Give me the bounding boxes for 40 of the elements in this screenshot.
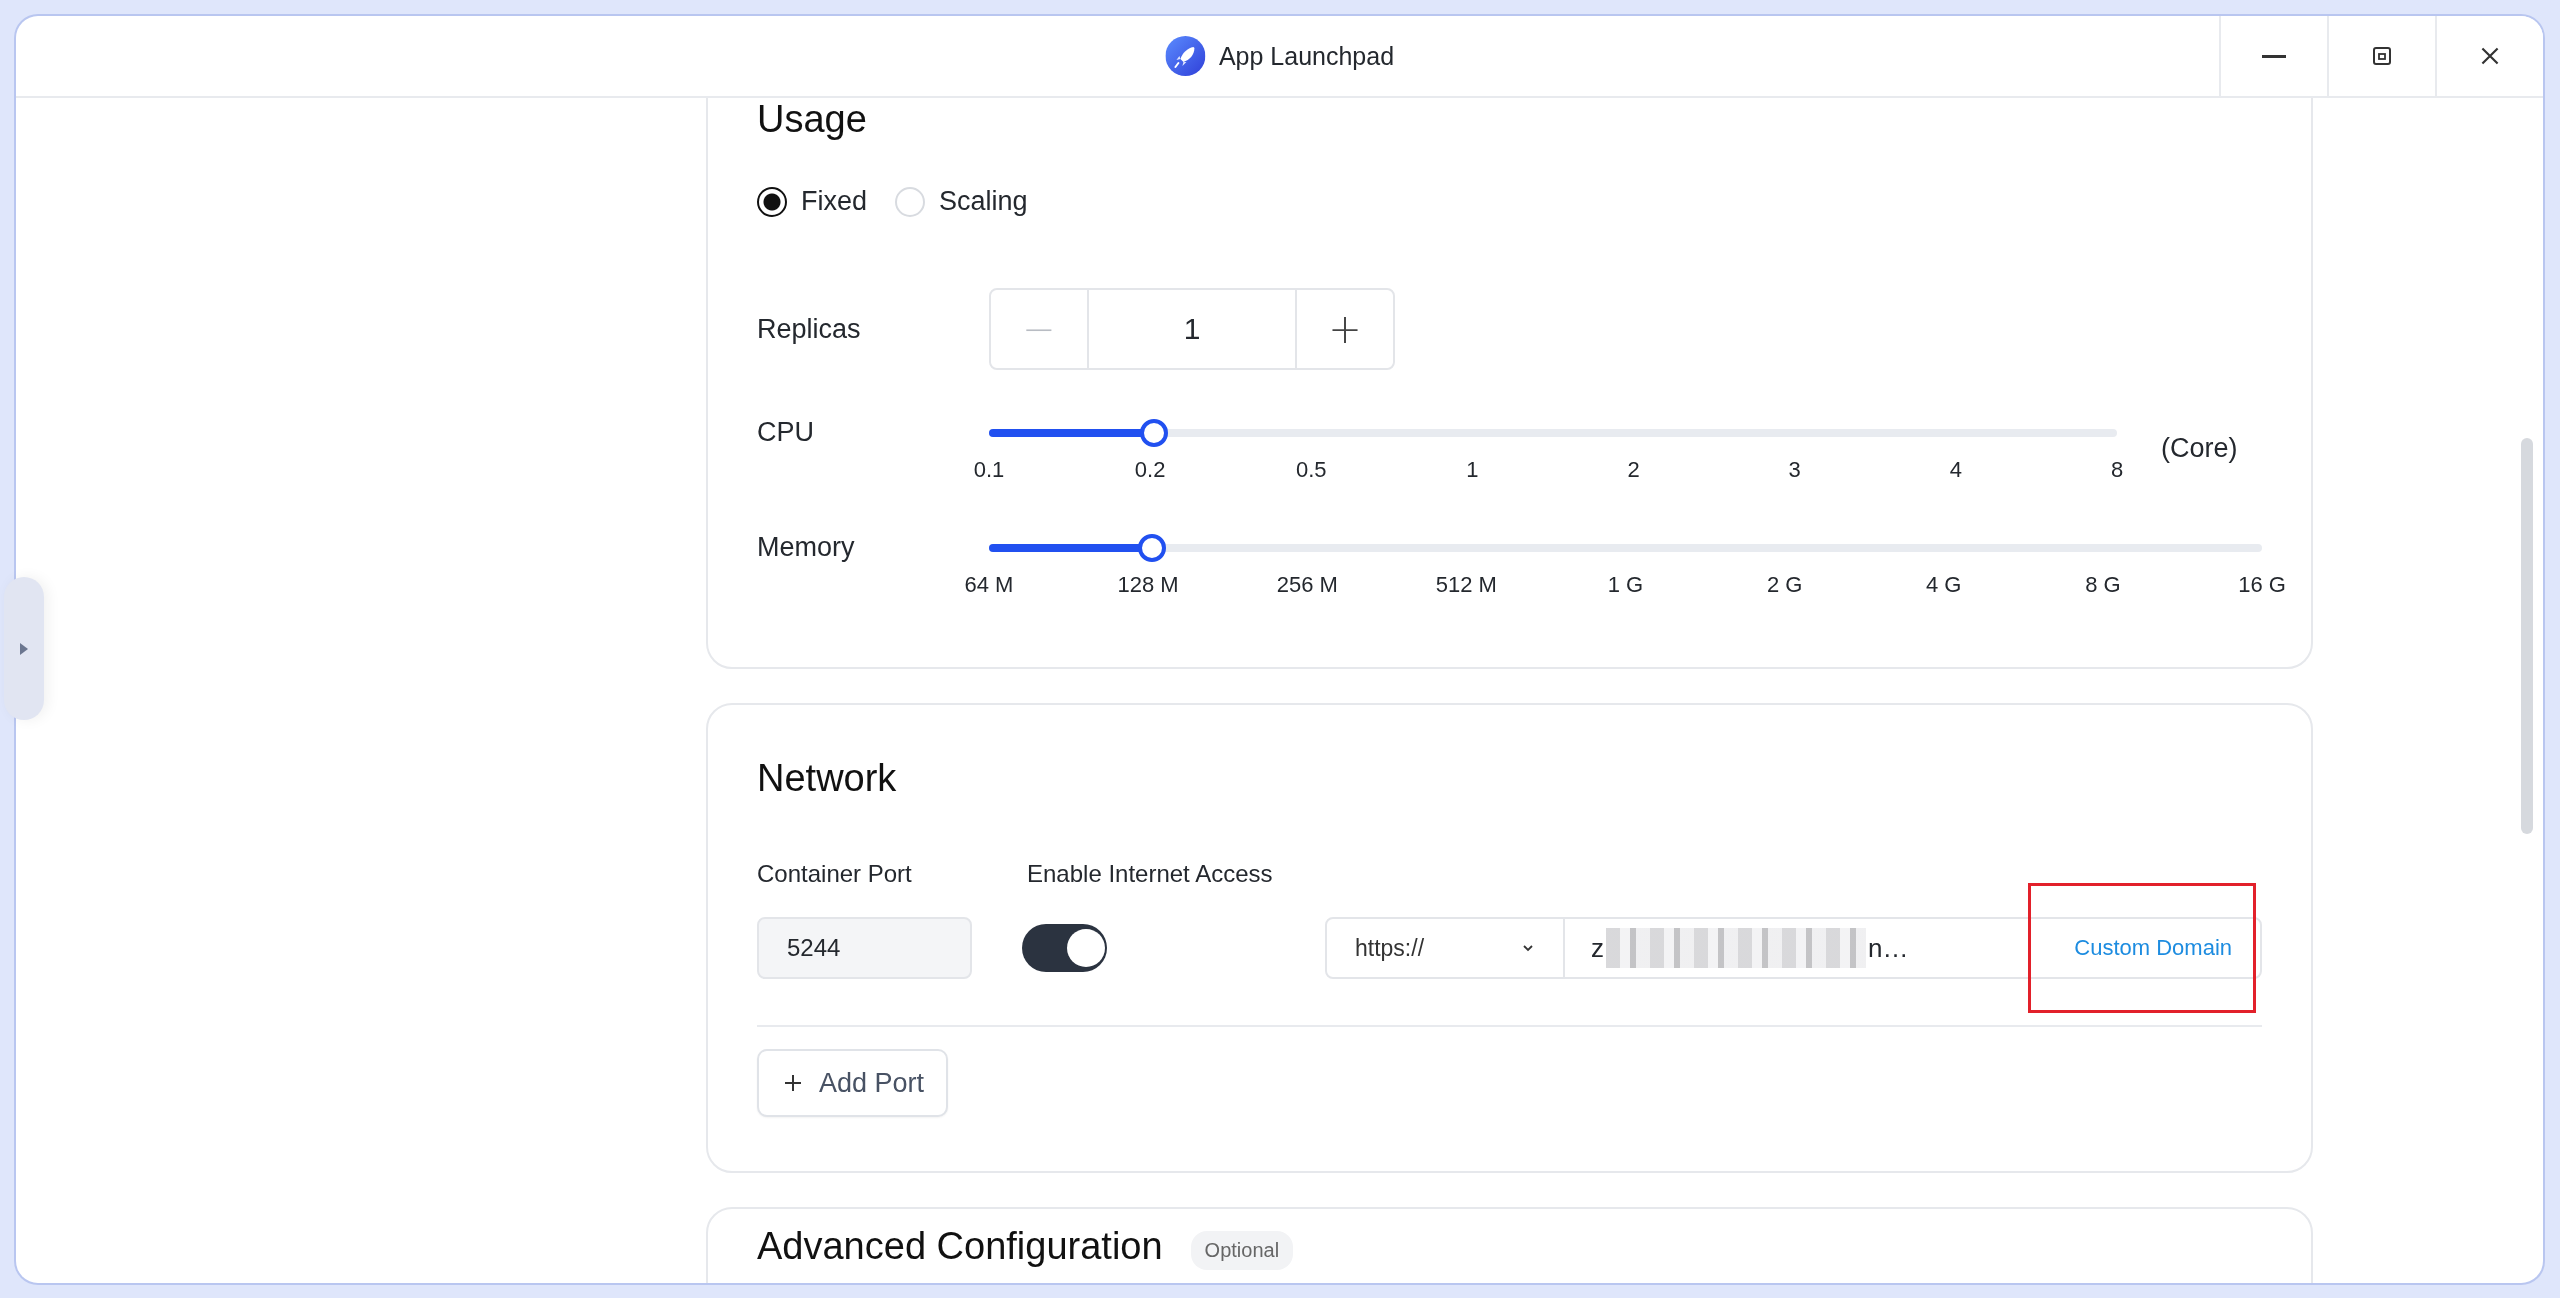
tick-label: 2	[1627, 457, 1640, 483]
optional-badge: Optional	[1190, 1231, 1294, 1270]
window-title: App Launchpad	[1218, 41, 1395, 71]
field-label: CPU	[757, 417, 815, 448]
rocket-icon	[1164, 36, 1205, 76]
field-label: Enable Internet Access	[1027, 860, 1273, 888]
tick-label: 8	[2110, 457, 2124, 483]
tick-label: 64 M	[964, 572, 1014, 598]
tick-label: 2 G	[1766, 572, 1803, 598]
caret-right-icon	[18, 640, 30, 657]
field-label: Replicas	[757, 313, 862, 345]
section-heading: Advanced Configuration	[757, 1225, 1163, 1268]
tick-label: 16 G	[2238, 572, 2286, 598]
tick-label: 4 G	[1926, 572, 1962, 598]
section-heading: Network	[757, 757, 898, 800]
port-field[interactable]: 5244	[757, 917, 972, 979]
tick-label: 0.5	[1296, 457, 1327, 483]
tick-label: 128 M	[1117, 572, 1179, 598]
tick-label: 3	[1788, 457, 1801, 483]
add-port-button[interactable]: Add Port	[757, 1049, 949, 1117]
tick-label: 0.1	[973, 457, 1005, 483]
maximize-icon	[2370, 44, 2394, 68]
tick-label: 1 G	[1607, 572, 1644, 598]
toggle-switch[interactable]	[1021, 924, 1107, 972]
slider-thumb[interactable]	[1140, 419, 1169, 447]
tick-label: 4	[1949, 457, 1962, 483]
tick-label: 256 M	[1276, 572, 1338, 598]
unit-label: (Core)	[2161, 433, 2238, 464]
field-label: Container Port	[757, 860, 913, 888]
minimize-icon	[2262, 54, 2286, 58]
sidebar-toggle-button[interactable]	[4, 577, 44, 720]
radio-option[interactable]: Fixed	[757, 186, 868, 217]
slider-thumb[interactable]	[1137, 534, 1166, 562]
tick-label: 512 M	[1435, 572, 1497, 598]
section-heading: Usage	[757, 98, 868, 141]
tick-label: 0.2	[1134, 457, 1166, 483]
radio-option[interactable]: Scaling	[895, 186, 1028, 217]
tick-label: 1	[1466, 457, 1479, 483]
field-label: Memory	[757, 532, 856, 563]
tick-label: 8 G	[2085, 572, 2121, 598]
